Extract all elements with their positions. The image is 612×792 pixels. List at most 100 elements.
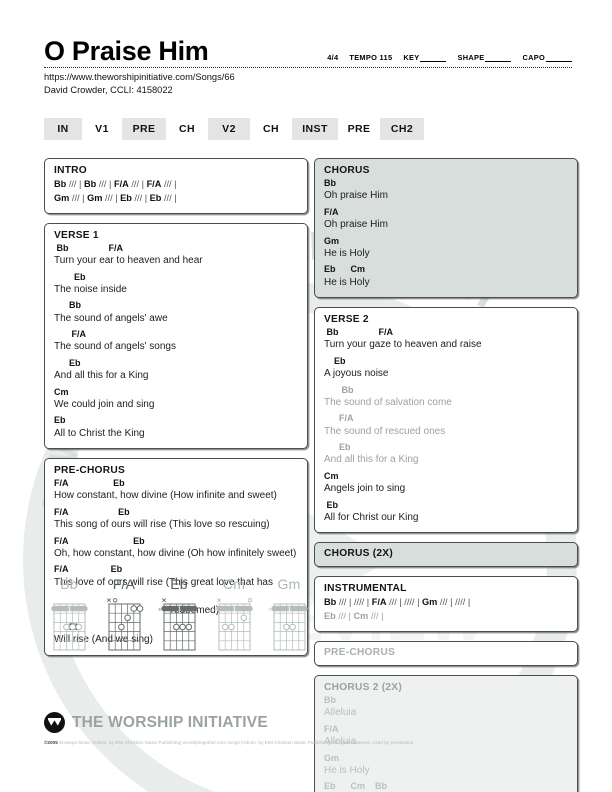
- chord-row: Gm: [324, 752, 340, 763]
- capo-blank: [546, 54, 572, 62]
- chord-diagram-svg: 1: [51, 603, 88, 651]
- svg-text:3: 3: [269, 607, 272, 612]
- lyric-row: The noise inside: [54, 283, 127, 295]
- lyric-line: Bb Oh praise Him: [324, 178, 568, 204]
- key-label: KEY: [403, 53, 420, 62]
- lyric-line: Bb F/A Turn your ear to heaven and hear: [54, 243, 298, 269]
- chord-row: Cm: [54, 386, 69, 397]
- lyric-row: The sound of angels' songs: [54, 341, 176, 353]
- chord-row: Bb: [324, 695, 336, 706]
- capo-field[interactable]: CAPO: [522, 53, 572, 62]
- lyric-line: Bb The sound of angels' awe: [54, 300, 298, 326]
- lyric-line: Eb Cm He is Holy: [324, 264, 568, 290]
- chord-row: Gm: [324, 235, 340, 246]
- nav-chip-v2[interactable]: V2: [208, 118, 250, 140]
- chorus-body: Bb Oh praise Him F/A Oh praise Him Gm He is H…: [324, 178, 568, 290]
- svg-text:1: 1: [233, 607, 236, 613]
- lyric-row: All to Christ the King: [54, 427, 145, 439]
- nav-chip-pre[interactable]: PRE: [338, 118, 380, 140]
- chord-row: Eb: [324, 499, 339, 510]
- lyric-line: F/A The sound of angels' songs: [54, 329, 298, 355]
- chord-row: Bb: [324, 384, 354, 395]
- section-title: CHORUS: [324, 165, 370, 176]
- lyric-line: Cm Angels join to sing: [324, 471, 568, 497]
- section-title: PRE-CHORUS: [54, 465, 125, 477]
- svg-text:3: 3: [214, 607, 217, 612]
- lyric-line: Eb And all this for a King: [54, 358, 298, 384]
- section-pre-chorus-repeat: PRE-CHORUS: [314, 641, 578, 667]
- lyric-line: Eb All for Christ our King: [324, 500, 568, 526]
- chord-row: Eb Cm Bb: [324, 781, 388, 792]
- lyric-row: And all this for a King: [324, 454, 419, 466]
- key-field[interactable]: KEY: [403, 53, 447, 62]
- chord-row: F/A: [324, 413, 354, 424]
- chord-row: F/A Eb: [54, 506, 130, 517]
- copyright-year: ©2005: [44, 740, 58, 745]
- lyric-row: A joyous noise: [324, 368, 389, 379]
- worship-initiative-logo-icon: [44, 712, 65, 733]
- copyright-line: ©2005 Sixsteps Music |Admin. by EMI Chri…: [44, 740, 572, 745]
- chord-row: Eb: [54, 415, 66, 426]
- lyric-row: How constant, how divine (How infinite a…: [54, 490, 277, 502]
- section-title: INTRO: [54, 165, 87, 176]
- song-credits: David Crowder, CCLI: 4158022: [44, 85, 173, 96]
- chord-diagram-name: Cm: [222, 576, 246, 592]
- lyric-row: Oh praise Him: [324, 219, 388, 230]
- nav-chip-v1[interactable]: V1: [82, 118, 122, 140]
- nav-chip-pre[interactable]: PRE: [122, 118, 166, 140]
- key-blank: [420, 54, 447, 62]
- nav-chip-inst[interactable]: INST: [292, 118, 338, 140]
- chord-row: F/A Eb: [54, 564, 123, 575]
- lyric-line: Cm We could join and sing: [54, 387, 298, 413]
- chord-diagram-svg: [106, 598, 144, 651]
- lyric-row: This song of ours will rise (This love s…: [54, 519, 270, 531]
- verse-2-body: Bb F/A Turn your gaze to heaven and raise…: [324, 327, 568, 525]
- chord-row: Bb: [324, 178, 336, 188]
- song-url[interactable]: https://www.theworshipinitiative.com/Son…: [44, 71, 572, 84]
- lyric-row: Turn your ear to heaven and hear: [54, 255, 203, 267]
- chord-chart-page: www.praisecharts.com PREVIEW O Praise Hi…: [0, 0, 612, 792]
- tempo-label: TEMPO: [349, 53, 378, 62]
- tempo-value: 115: [379, 53, 393, 62]
- lyric-row: He is Holy: [324, 276, 370, 288]
- nav-chip-in[interactable]: IN: [44, 118, 82, 140]
- lyric-line: Bb The sound of salvation come: [324, 385, 568, 411]
- intro-measures: Bb /// | Bb /// | F/A /// | F/A /// | Gm …: [54, 178, 298, 206]
- chord-diagram-f-a: F/A: [99, 576, 149, 658]
- lyric-row: He is Holy: [324, 764, 370, 776]
- svg-text:1: 1: [178, 607, 181, 613]
- chord-row: Bb: [54, 300, 81, 311]
- nav-chip-ch[interactable]: CH: [166, 118, 208, 140]
- measure-line: Bb /// | Bb /// | F/A /// | F/A /// |: [54, 179, 177, 189]
- section-title: CHORUS (2X): [324, 548, 393, 560]
- chord-row: Cm: [324, 470, 339, 481]
- chord-row: Eb Cm: [324, 264, 366, 275]
- page-footer: THE WORSHIP INITIATIVE ©2005 Sixsteps Mu…: [44, 712, 572, 745]
- shape-label: SHAPE: [457, 53, 485, 62]
- song-title: O Praise Him: [44, 36, 209, 66]
- chart-header: O Praise Him 4/4 TEMPO 115 KEY SHAPE CAP…: [44, 38, 572, 97]
- lyric-row: The sound of salvation come: [324, 396, 452, 408]
- chord-row: F/A Eb: [54, 478, 125, 489]
- chord-row: Eb: [54, 271, 86, 282]
- lyric-row: He is Holy: [324, 247, 370, 259]
- lyric-line: Gm He is Holy: [324, 236, 568, 262]
- copyright-text: Sixsteps Music |Admin. by EMI Christian …: [57, 740, 415, 745]
- nav-chip-ch[interactable]: CH: [250, 118, 292, 140]
- chord-diagram-name: F/A: [112, 576, 136, 592]
- section-title: INSTRUMENTAL: [324, 583, 407, 595]
- chord-row: F/A: [54, 329, 87, 340]
- chord-row: F/A Eb: [54, 535, 145, 546]
- section-title: PRE-CHORUS: [324, 647, 395, 659]
- lyric-row: All for Christ our King: [324, 511, 419, 523]
- chord-diagram-row: Bb 1 F/A Eb 6 1 Cm 3 1 Gm 3 1: [44, 576, 314, 658]
- nav-chip-ch2[interactable]: CH2: [380, 118, 424, 140]
- chord-row: Eb: [54, 357, 81, 368]
- section-nav[interactable]: IN V1 PRE CH V2 CH INST PRE CH2: [44, 118, 424, 140]
- chord-diagram-name: Gm: [277, 576, 301, 592]
- chord-row: Eb: [324, 355, 346, 366]
- shape-field[interactable]: SHAPE: [457, 53, 512, 62]
- lyric-line: Eb All to Christ the King: [54, 415, 298, 441]
- lyric-line: Eb And all this for a King: [324, 442, 568, 468]
- svg-text:1: 1: [288, 607, 291, 613]
